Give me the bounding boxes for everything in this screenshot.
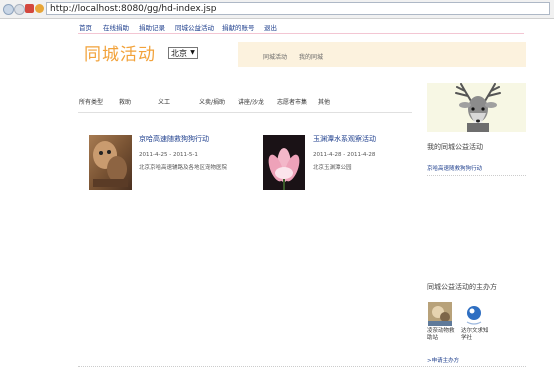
site-logo: 同城活动 [84,45,156,65]
chevron-down-icon: ▼ [190,49,195,56]
category-charity-sale[interactable]: 义卖/捐助 [199,97,225,106]
category-other[interactable]: 其他 [318,97,330,106]
event-date: 2011-4-28 - 2011-4-28 [313,152,376,158]
nav-home[interactable]: 首页 [79,22,92,32]
nav-online-donate[interactable]: 在线捐助 [103,22,129,32]
apply-organizer-link[interactable]: >申请主办方 [427,356,459,364]
category-rescue[interactable]: 救助 [119,97,131,106]
nav-city-events[interactable]: 同城公益活动 [175,22,214,32]
event-thumbnail-lotus[interactable] [263,135,305,190]
sidebar-divider [427,175,526,176]
organizers-heading: 同城公益活动的主办方 [427,283,497,291]
organizer-avatar-animal-rescue[interactable] [428,302,452,326]
refresh-icon[interactable] [35,4,44,13]
forward-icon[interactable] [14,4,25,15]
stop-icon[interactable] [25,4,34,13]
city-select[interactable]: 北京 ▼ [168,47,198,59]
category-all[interactable]: 所有类型 [79,97,103,106]
organizer-name-line: 助站 [427,335,439,341]
tab-my-city[interactable]: 我的同城 [299,52,323,61]
footer-divider [78,366,526,367]
tab-city-events[interactable]: 同城活动 [263,52,287,61]
organizer-name-line: 学社 [461,335,473,341]
category-volunteer[interactable]: 义工 [158,97,170,106]
my-events-heading: 我的同城公益活动 [427,143,483,151]
nav-logout[interactable]: 退出 [264,22,277,32]
event-location: 北京玉渊潭公园 [313,165,352,171]
category-lecture[interactable]: 讲座/沙龙 [238,97,264,106]
nav-donation-records[interactable]: 捐助记录 [139,22,165,32]
organizer-avatar-darwin[interactable] [462,302,486,326]
nav-donation-account[interactable]: 捐献的账号 [222,22,255,32]
my-event-link[interactable]: 京哈高速随救狗狗行动 [427,164,482,172]
organizer-name-line: 达尔文求知 [461,328,489,334]
header-divider [78,33,524,34]
organizer-name-darwin[interactable]: 达尔文求知 学社 [461,328,495,342]
organizer-name-line: 凌奈动物救 [427,328,455,334]
category-volunteer-market[interactable]: 志愿者市集 [277,97,307,106]
event-title[interactable]: 玉渊潭水系观察活动 [313,134,376,144]
event-date: 2011-4-25 - 2011-5-1 [139,152,198,158]
event-thumbnail-dog[interactable] [89,135,132,190]
back-icon[interactable] [3,4,14,15]
event-title[interactable]: 京哈高速随救狗狗行动 [139,134,209,144]
organizer-name-animal-rescue[interactable]: 凌奈动物救 助站 [427,328,461,342]
address-bar[interactable]: http://localhost:8080/gg/hd-index.jsp [46,2,550,15]
city-select-value: 北京 [171,49,187,58]
event-location: 北京京哈高速辅路及各地区宠物医院 [139,165,228,171]
category-divider [78,112,412,113]
deer-banner-image [427,83,526,132]
